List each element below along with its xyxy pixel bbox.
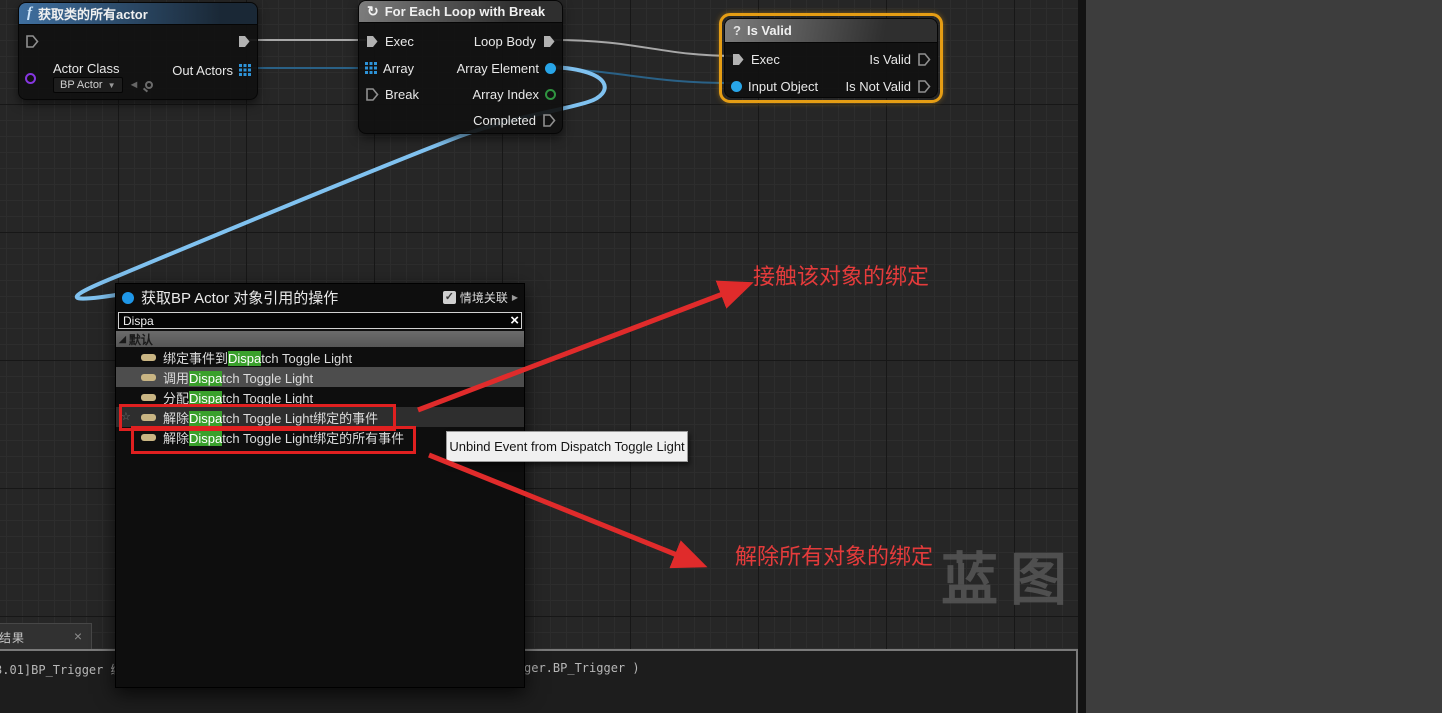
int-pin-icon [545, 89, 556, 100]
use-selected-icon[interactable]: ◄ [129, 79, 140, 91]
favorite-star-icon[interactable]: ☆ [121, 410, 131, 423]
pin-exec-out[interactable] [237, 31, 251, 51]
tab-compile-results[interactable]: 编译结果 × [0, 623, 92, 650]
pin-completed[interactable]: Completed [473, 110, 556, 130]
category-default[interactable]: ◢ 默认 [116, 331, 524, 347]
pin-is-valid[interactable]: Is Valid [869, 49, 931, 69]
object-pin-icon [731, 81, 742, 92]
array-pin-icon [239, 64, 251, 76]
node-get-all-actors-header[interactable]: f 获取类的所有actor [19, 3, 257, 25]
class-pin-icon [25, 73, 36, 84]
array-pin-icon [365, 62, 377, 74]
menu-item-unbind-event[interactable]: ☆ 解除Dispatch Toggle Light绑定的事件 [116, 407, 524, 427]
pin-exec-in[interactable] [25, 31, 39, 51]
pin-array-index[interactable]: Array Index [473, 84, 556, 104]
pin-loop-body[interactable]: Loop Body [474, 31, 556, 51]
pin-array[interactable]: Array [365, 58, 414, 78]
node-get-all-actors[interactable]: f 获取类的所有actor Actor Class BP Actor ▼ ◄ [18, 2, 258, 100]
chevron-down-icon: ▼ [108, 81, 116, 90]
log-line-fragment-right: ger.BP_Trigger ) [524, 661, 640, 675]
pin-exec[interactable]: Exec [365, 31, 414, 51]
context-menu-title-row: 获取BP Actor 对象引用的操作 ✓ 情境关联 ▶ [116, 284, 524, 311]
pin-out-actors-label: Out Actors [172, 63, 233, 78]
context-sensitive-label: 情境关联 [460, 289, 508, 306]
menu-item-call[interactable]: 调用Dispatch Toggle Light [116, 367, 524, 387]
delegate-icon [141, 394, 156, 401]
pin-break[interactable]: Break [365, 84, 419, 104]
blueprint-editor: 蓝图 f 获取类的所有actor Actor Class BP Actor ▼ [0, 0, 1442, 713]
node-foreach-header[interactable]: ↻ For Each Loop with Break [359, 1, 562, 23]
node-title: For Each Loop with Break [385, 4, 545, 19]
node-is-valid-selection-border: ? Is Valid Exec Input Object Is Valid Is… [719, 13, 943, 103]
pin-input-object[interactable]: Input Object [731, 76, 818, 96]
context-action-menu: 获取BP Actor 对象引用的操作 ✓ 情境关联 ▶ × ◢ 默认 绑定事件到… [115, 283, 525, 688]
pin-exec[interactable]: Exec [731, 49, 780, 69]
delegate-icon [141, 414, 156, 421]
menu-item-bind-event[interactable]: 绑定事件到Dispatch Toggle Light [116, 347, 524, 367]
context-menu-title: 获取BP Actor 对象引用的操作 [141, 287, 436, 308]
function-icon: f [27, 5, 32, 22]
loop-icon: ↻ [367, 3, 379, 20]
right-empty-panel [1086, 0, 1442, 713]
pin-is-not-valid[interactable]: Is Not Valid [845, 76, 931, 96]
log-line-fragment-left: 3.01]BP_Trigger 绑 [0, 661, 123, 678]
object-pin-icon [545, 63, 556, 74]
tooltip: Unbind Event from Dispatch Toggle Light [446, 431, 688, 462]
delegate-icon [141, 434, 156, 441]
checkbox-checked-icon[interactable]: ✓ [443, 291, 456, 304]
panel-divider [1078, 0, 1086, 713]
pin-out-actors[interactable]: Out Actors [172, 60, 251, 80]
delegate-icon [141, 354, 156, 361]
pin-array-element[interactable]: Array Element [457, 58, 556, 78]
node-title: Is Valid [747, 23, 792, 38]
node-foreach-loop[interactable]: ↻ For Each Loop with Break Exec Array Br… [358, 0, 563, 134]
expander-triangle-icon[interactable]: ◢ [119, 334, 126, 345]
watermark: 蓝图 [941, 534, 1079, 616]
class-select-dropdown[interactable]: BP Actor ▼ [53, 77, 123, 93]
menu-item-assign[interactable]: 分配Dispatch Toggle Light [116, 387, 524, 407]
delegate-icon [141, 374, 156, 381]
pin-actor-class-label: Actor Class [53, 61, 119, 76]
action-search-input[interactable] [118, 312, 522, 329]
tab-label: 编译结果 [0, 629, 25, 646]
context-sensitive-toggle[interactable]: ✓ 情境关联 ▶ [443, 289, 518, 306]
node-is-valid-header[interactable]: ? Is Valid [725, 19, 937, 43]
class-select-value: BP Actor [60, 79, 103, 91]
category-label: 默认 [129, 331, 153, 348]
node-title: 获取类的所有actor [38, 4, 148, 23]
chevron-right-icon: ▶ [512, 293, 518, 302]
clear-search-icon[interactable]: × [510, 312, 519, 329]
browse-icon[interactable] [145, 81, 153, 89]
pin-actor-class[interactable] [25, 68, 36, 88]
close-icon[interactable]: × [74, 628, 82, 644]
question-icon: ? [733, 23, 741, 38]
object-pin-dot-icon [122, 292, 134, 304]
node-is-valid[interactable]: ? Is Valid Exec Input Object Is Valid Is… [724, 18, 938, 98]
annotation-text-top: 接触该对象的绑定 [753, 259, 929, 291]
annotation-text-bottom: 解除所有对象的绑定 [735, 539, 933, 571]
